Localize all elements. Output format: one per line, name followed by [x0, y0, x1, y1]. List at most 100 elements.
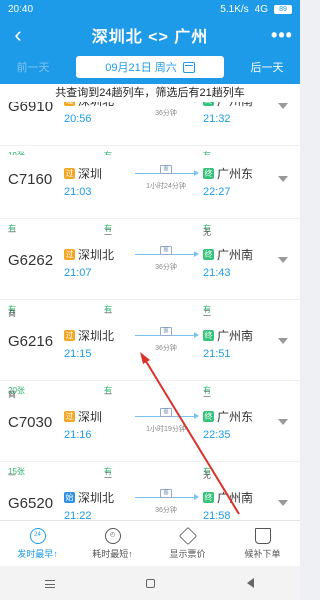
arrival: 终广州东 22:35: [203, 408, 253, 441]
route-info: 图 36分钟: [133, 246, 199, 272]
chevron-down-icon[interactable]: [278, 257, 288, 263]
station-type-badge: 过: [64, 411, 75, 422]
departure-time: 21:16: [64, 429, 92, 441]
chevron-down-icon[interactable]: [278, 338, 288, 344]
route-info: 图 36分钟: [133, 102, 199, 118]
departure-time: 20:56: [64, 113, 92, 125]
train-card[interactable]: G6216 过深圳北 21:15 图 36分钟 终广州南 21:51: [0, 317, 300, 380]
menu-icon: [45, 580, 55, 588]
arrival-time: 21:43: [203, 267, 231, 279]
route-arrow-icon: 图: [133, 408, 199, 420]
departure-station: 深圳北: [78, 102, 114, 109]
train-card[interactable]: C7160 过深圳 21:03 图 1小时24分钟 终广州东 22:27: [0, 155, 300, 218]
station-type-badge: 终: [203, 411, 214, 422]
arrival-time: 21:32: [203, 113, 231, 125]
arrival-station: 广州东: [217, 410, 254, 424]
status-time: 20:40: [8, 3, 34, 15]
seat-class: 一等:有: [104, 304, 114, 329]
back-icon: [246, 578, 254, 588]
travel-duration: 36分钟: [155, 507, 177, 514]
station-type-badge: 过: [64, 330, 75, 341]
more-menu-icon[interactable]: •••: [264, 25, 300, 46]
sort-tab-3[interactable]: 候补下单: [225, 521, 300, 566]
next-day-button[interactable]: 后一天: [234, 59, 300, 75]
sort-tab-0[interactable]: 24 发时最早↑: [0, 521, 75, 566]
sort-tab-1[interactable]: ◴ 耗时最短↑: [75, 521, 150, 566]
arrival: 终广州东 22:27: [203, 165, 253, 198]
sort-tab-2[interactable]: 显示票价: [150, 521, 225, 566]
station-type-badge: 终: [203, 249, 214, 260]
back-arrow-icon[interactable]: ‹: [0, 18, 36, 52]
arrival: 终广州南 21:58: [203, 489, 253, 520]
departure: 过深圳北 20:56: [64, 102, 114, 125]
arrival: 终广州南 21:51: [203, 327, 253, 360]
tab-label: 耗时最短↑: [92, 548, 133, 559]
travel-duration: 1小时19分钟: [146, 426, 186, 433]
bottom-toolbar: 24 发时最早↑ ◴ 耗时最短↑ 显示票价 候补下单: [0, 520, 300, 566]
header-bar: 20:40 5.1K/s 4G 89 ‹ 深圳北 <> 广州 ••• 前一天 0…: [0, 0, 300, 84]
station-type-badge: 终: [203, 330, 214, 341]
route-map-icon[interactable]: 图: [160, 489, 172, 498]
seat-availability: 商务:20张 一等:有 二等:有: [0, 380, 300, 410]
departure: 过深圳 21:16: [64, 408, 102, 441]
station-type-badge: 终: [203, 168, 214, 179]
station-type-badge: 过: [64, 249, 75, 260]
seat-class: 无座:有: [203, 466, 213, 491]
station-type-badge: 过: [64, 168, 75, 179]
departure: 过深圳北 21:07: [64, 246, 114, 279]
departure-station: 深圳北: [78, 248, 115, 262]
travel-duration: 36分钟: [155, 110, 177, 117]
seat-class: 二等:有: [203, 304, 213, 329]
route-map-icon[interactable]: 图: [160, 165, 172, 174]
status-bar: 20:40 5.1K/s 4G 89: [0, 0, 300, 18]
tab-label: 候补下单: [244, 548, 281, 559]
departure-time: 21:22: [64, 510, 92, 520]
home-icon: [145, 579, 155, 588]
route-arrow-icon: 图: [133, 246, 199, 258]
train-card[interactable]: G6262 过深圳北 21:07 图 36分钟 终广州南 21:43: [0, 236, 300, 299]
route-map-icon[interactable]: 图: [160, 408, 172, 417]
arrival-time: 22:35: [203, 429, 231, 441]
seat-class: 无座:有: [203, 223, 213, 248]
arrival-time: 22:27: [203, 186, 231, 198]
departure-station: 深圳: [78, 167, 103, 181]
travel-duration: 36分钟: [155, 264, 177, 271]
chevron-down-icon[interactable]: [278, 500, 288, 506]
train-card[interactable]: G6910 过深圳北 20:56 图 36分钟 终广州南 21:32: [0, 102, 300, 145]
arrival-station: 广州南: [217, 102, 253, 109]
calendar-icon: [182, 61, 195, 73]
station-type-badge: 终: [203, 102, 214, 106]
chevron-down-icon[interactable]: [278, 176, 288, 182]
chevron-down-icon[interactable]: [278, 419, 288, 425]
arrival-station: 广州南: [217, 491, 254, 505]
seat-availability: 一等:15张 二等:有 无座:有: [0, 461, 300, 491]
station-type-badge: 终: [203, 492, 214, 503]
route-info: 图 1小时24分钟: [133, 165, 199, 191]
departure: 始深圳北 21:22: [64, 489, 114, 520]
page-title: 深圳北 <> 广州: [91, 29, 209, 46]
arrival-station: 广州东: [217, 167, 254, 181]
departure-time: 21:15: [64, 348, 92, 360]
chevron-down-icon[interactable]: [278, 103, 288, 109]
prev-day-button[interactable]: 前一天: [0, 59, 66, 75]
route-info: 图 36分钟: [133, 327, 199, 353]
train-number: G6262: [8, 252, 54, 269]
route-map-icon[interactable]: 图: [160, 246, 172, 255]
date-picker[interactable]: 09月21日 周六: [76, 56, 224, 78]
train-card[interactable]: C7030 过深圳 21:16 图 1小时19分钟 终广州东 22:35: [0, 398, 300, 461]
nav-back-button[interactable]: [230, 575, 270, 591]
train-list[interactable]: G6910过深圳北20:56图36分钟终广州南21:32商务:19张一等:有二等…: [0, 102, 300, 520]
seat-class: 二等:有: [203, 385, 213, 410]
seat-availability: 一等:有 二等:有 无座:有: [0, 218, 300, 248]
nav-menu-button[interactable]: [30, 575, 70, 591]
seat-availability: 商务:有 一等:有 二等:有: [0, 299, 300, 329]
train-number: C7030: [8, 414, 53, 431]
route-info: 图 1小时19分钟: [133, 408, 199, 434]
station-type-badge: 过: [64, 102, 75, 106]
route-arrow-icon: 图: [133, 327, 199, 339]
route-arrow-icon: 图: [133, 102, 199, 104]
route-map-icon[interactable]: 图: [160, 327, 172, 336]
train-card[interactable]: G6520 始深圳北 21:22 图 36分钟 终广州南 21:58: [0, 479, 300, 520]
nav-home-button[interactable]: [130, 575, 170, 591]
train-number: G6910: [8, 102, 54, 115]
